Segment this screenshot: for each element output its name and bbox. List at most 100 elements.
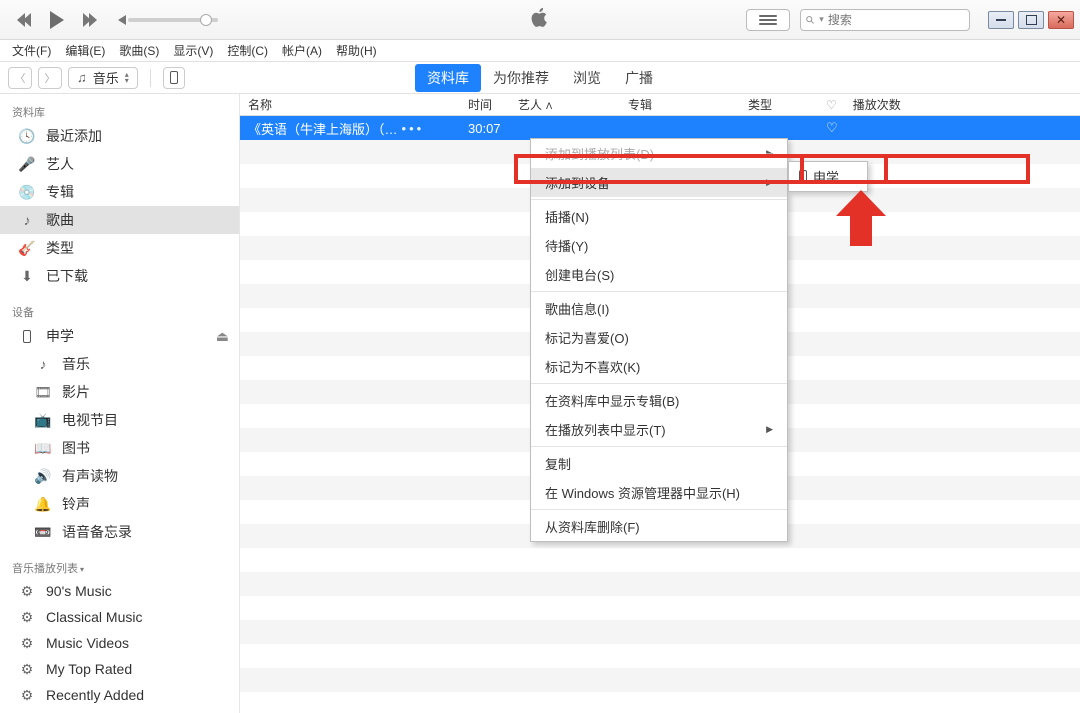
- ctx-create-station[interactable]: 创建电台(S): [531, 260, 787, 289]
- library-toolbar: 〈 〉 ♫ 音乐 ▴▾ 资料库 为你推荐 浏览 广播: [0, 62, 1080, 94]
- title-bar: ▾: [0, 0, 1080, 40]
- list-icon: [759, 15, 777, 25]
- col-artist[interactable]: 艺人ᐱ: [510, 96, 620, 113]
- minimize-button[interactable]: [988, 11, 1014, 29]
- download-icon: ⬇: [18, 267, 36, 285]
- view-options-button[interactable]: [746, 9, 790, 31]
- ctx-show-in-explorer[interactable]: 在 Windows 资源管理器中显示(H): [531, 478, 787, 507]
- ctx-copy[interactable]: 复制: [531, 449, 787, 478]
- sidebar-item-device-voicememos[interactable]: 📼语音备忘录: [0, 518, 239, 546]
- album-icon: 💿: [18, 183, 36, 201]
- track-row[interactable]: 《英语（牛津上海版）（… ••• 30:07 ♡: [240, 116, 1080, 140]
- ctx-add-to-playlist[interactable]: 添加到播放列表(D): [531, 139, 787, 168]
- nav-back-button[interactable]: 〈: [8, 67, 32, 89]
- previous-track-button[interactable]: [10, 7, 36, 33]
- menu-edit[interactable]: 编辑(E): [59, 40, 111, 61]
- sidebar-item-device-music[interactable]: ♪音乐: [0, 350, 239, 378]
- gear-icon: ⚙: [18, 660, 36, 678]
- col-loved[interactable]: ♡: [818, 98, 845, 112]
- ctx-love[interactable]: 标记为喜爱(O): [531, 323, 787, 352]
- context-menu: 添加到播放列表(D) 添加到设备 插播(N) 待播(Y) 创建电台(S) 歌曲信…: [530, 138, 788, 542]
- menu-account[interactable]: 帐户(A): [276, 40, 328, 61]
- eject-icon[interactable]: ⏏: [216, 328, 229, 345]
- sidebar-item-playlist[interactable]: ⚙Classical Music: [0, 604, 239, 630]
- phone-icon: [799, 170, 807, 183]
- col-time[interactable]: 时间: [460, 96, 510, 113]
- more-icon[interactable]: •••: [402, 121, 425, 136]
- ctx-play-later[interactable]: 待播(Y): [531, 231, 787, 260]
- track-loved[interactable]: ♡: [818, 120, 846, 136]
- col-plays[interactable]: 播放次数: [845, 96, 1080, 113]
- tab-library[interactable]: 资料库: [415, 64, 481, 92]
- menu-bar: 文件(F) 编辑(E) 歌曲(S) 显示(V) 控制(C) 帐户(A) 帮助(H…: [0, 40, 1080, 62]
- menu-song[interactable]: 歌曲(S): [113, 40, 165, 61]
- menu-view[interactable]: 显示(V): [167, 40, 219, 61]
- section-tabs: 资料库 为你推荐 浏览 广播: [415, 64, 665, 92]
- close-button[interactable]: [1048, 11, 1074, 29]
- sidebar-item-playlist[interactable]: ⚙Music Videos: [0, 630, 239, 656]
- gear-icon: ⚙: [18, 608, 36, 626]
- ctx-show-in-playlist[interactable]: 在播放列表中显示(T): [531, 415, 787, 444]
- maximize-button[interactable]: [1018, 11, 1044, 29]
- search-input[interactable]: [828, 13, 965, 27]
- ctx-dislike[interactable]: 标记为不喜欢(K): [531, 352, 787, 381]
- col-name[interactable]: 名称: [240, 96, 460, 113]
- nav-forward-button[interactable]: 〉: [38, 67, 62, 89]
- volume-icon: [118, 15, 126, 25]
- sidebar-item-songs[interactable]: ♪歌曲: [0, 206, 239, 234]
- gear-icon: ⚙: [18, 634, 36, 652]
- media-type-selector[interactable]: ♫ 音乐 ▴▾: [68, 67, 138, 89]
- menu-file[interactable]: 文件(F): [6, 40, 57, 61]
- sidebar-item-playlist[interactable]: ⚙Recently Played: [0, 708, 239, 713]
- ctx-play-next[interactable]: 插播(N): [531, 202, 787, 231]
- sidebar-item-artists[interactable]: 🎤艺人: [0, 150, 239, 178]
- sidebar-section-library[interactable]: 资料库: [0, 100, 239, 122]
- apple-logo-icon: [529, 6, 551, 34]
- sidebar-item-device-books[interactable]: 📖图书: [0, 434, 239, 462]
- menu-help[interactable]: 帮助(H): [330, 40, 383, 61]
- sidebar-item-playlist[interactable]: ⚙90's Music: [0, 578, 239, 604]
- search-field[interactable]: ▾: [800, 9, 970, 31]
- col-album[interactable]: 专辑: [620, 96, 740, 113]
- mic-icon: 🎤: [18, 155, 36, 173]
- col-genre[interactable]: 类型: [740, 96, 818, 113]
- playback-controls: [10, 7, 104, 33]
- tab-for-you[interactable]: 为你推荐: [481, 64, 561, 92]
- note-icon: ♪: [34, 355, 52, 373]
- sidebar-item-device-movies[interactable]: 🎞影片: [0, 378, 239, 406]
- ctx-delete-from-library[interactable]: 从资料库删除(F): [531, 512, 787, 541]
- ctx-show-album[interactable]: 在资料库中显示专辑(B): [531, 386, 787, 415]
- sidebar-item-downloaded[interactable]: ⬇已下载: [0, 262, 239, 290]
- sidebar-item-device-audiobooks[interactable]: 🔊有声读物: [0, 462, 239, 490]
- music-note-icon: ♫: [77, 70, 87, 85]
- sidebar-section-playlists[interactable]: 音乐播放列表▾: [0, 556, 239, 578]
- sidebar-item-recently-added[interactable]: 🕓最近添加: [0, 122, 239, 150]
- track-name: 《英语（牛津上海版）（…: [248, 119, 398, 138]
- ctx-add-to-device[interactable]: 添加到设备: [531, 168, 787, 197]
- sidebar-section-devices[interactable]: 设备: [0, 300, 239, 322]
- gear-icon: ⚙: [18, 582, 36, 600]
- sidebar-item-device-ringtones[interactable]: 🔔铃声: [0, 490, 239, 518]
- device-button[interactable]: [163, 67, 185, 89]
- ctx-song-info[interactable]: 歌曲信息(I): [531, 294, 787, 323]
- sidebar-item-device[interactable]: 申学 ⏏: [0, 322, 239, 350]
- sidebar-item-playlist[interactable]: ⚙My Top Rated: [0, 656, 239, 682]
- tab-radio[interactable]: 广播: [613, 64, 665, 92]
- divider: [150, 69, 151, 87]
- voicememo-icon: 📼: [34, 523, 52, 541]
- sidebar-item-genres[interactable]: 🎸类型: [0, 234, 239, 262]
- book-icon: 📖: [34, 439, 52, 457]
- volume-slider[interactable]: [118, 15, 218, 25]
- annotation-arrow: [830, 194, 890, 254]
- next-track-button[interactable]: [78, 7, 104, 33]
- sidebar-item-albums[interactable]: 💿专辑: [0, 178, 239, 206]
- sidebar-item-device-tv[interactable]: 📺电视节目: [0, 406, 239, 434]
- phone-icon: [170, 71, 178, 84]
- track-list: 《英语（牛津上海版）（… ••• 30:07 ♡ 添加到播放列表(D) 添加到设…: [240, 116, 1080, 713]
- menu-control[interactable]: 控制(C): [221, 40, 274, 61]
- tab-browse[interactable]: 浏览: [561, 64, 613, 92]
- sidebar-item-playlist[interactable]: ⚙Recently Added: [0, 682, 239, 708]
- ctx-submenu-device[interactable]: 申学: [789, 162, 867, 191]
- context-submenu-devices: 申学: [788, 161, 868, 192]
- play-button[interactable]: [44, 7, 70, 33]
